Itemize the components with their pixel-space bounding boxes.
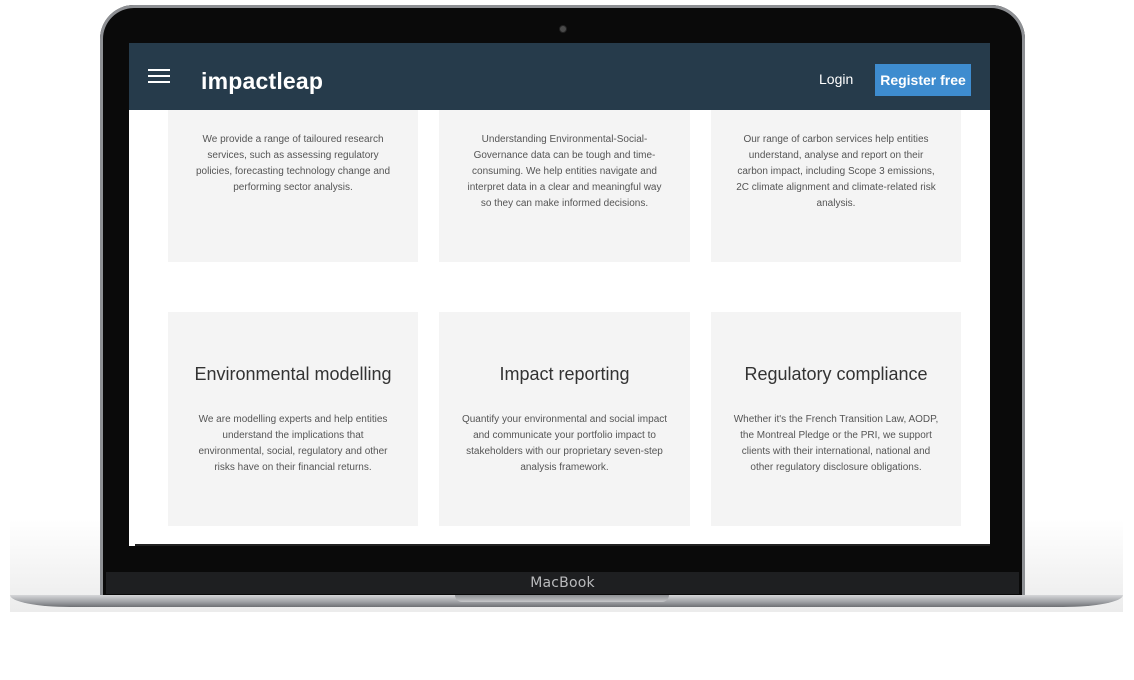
card-description: We are modelling experts and help entiti… xyxy=(198,414,388,473)
card-description: Understanding Environmental-Social-Gover… xyxy=(467,134,662,209)
card-description: We provide a range of tailoured research… xyxy=(195,134,391,193)
logo[interactable]: impactleap xyxy=(201,68,323,95)
screen-bottom-edge xyxy=(135,544,990,546)
service-card-environmental-modelling: Environmental modelling We are modelling… xyxy=(168,312,418,526)
laptop-notch xyxy=(455,595,669,602)
service-card-regulatory-compliance: Regulatory compliance Whether it's the F… xyxy=(711,312,961,526)
browser-screen: impactleap Login Register free We provid… xyxy=(129,43,990,546)
camera-icon xyxy=(559,25,567,33)
card-title: Impact reporting xyxy=(499,364,630,384)
register-button[interactable]: Register free xyxy=(875,64,971,96)
device-brand: MacBook xyxy=(530,575,595,591)
navbar: impactleap Login Register free xyxy=(129,43,990,110)
card-title: Environmental modelling xyxy=(194,364,392,384)
card-description: Quantify your environmental and social i… xyxy=(461,414,668,473)
card-description: Whether it's the French Transition Law, … xyxy=(733,414,939,473)
menu-icon[interactable] xyxy=(148,69,170,85)
service-card-impact-reporting: Impact reporting Quantify your environme… xyxy=(439,312,690,526)
card-title: Regulatory compliance xyxy=(744,364,928,384)
card-description: Our range of carbon services help entiti… xyxy=(736,134,936,209)
login-link[interactable]: Login xyxy=(819,71,853,87)
